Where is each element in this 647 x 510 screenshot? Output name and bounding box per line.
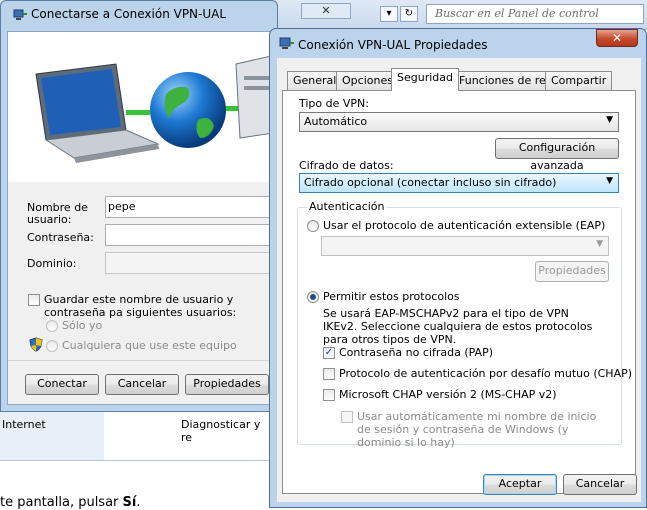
auto-logon-checkbox[interactable] bbox=[341, 411, 353, 423]
properties-button[interactable]: Propiedades bbox=[185, 374, 269, 395]
chap-label: Protocolo de autenticación por desafío m… bbox=[339, 367, 633, 380]
vpn-properties-dialog: Conexión VPN-UAL Propiedades ✕ General O… bbox=[269, 28, 647, 508]
connect-button[interactable]: Conectar bbox=[25, 374, 99, 395]
mschap-checkbox[interactable] bbox=[323, 389, 335, 401]
laptop-globe-illustration bbox=[35, 53, 282, 163]
divider bbox=[8, 360, 280, 361]
diagnose-link[interactable]: Diagnosticar y re bbox=[181, 418, 270, 444]
authentication-group-label: Autenticación bbox=[307, 200, 387, 213]
vpn-type-select[interactable]: Automático ▼ bbox=[299, 112, 619, 132]
ok-button[interactable]: Aceptar bbox=[483, 474, 557, 495]
auto-logon-label: Usar automáticamente mi nombre de inicio… bbox=[357, 410, 597, 449]
anyone-radio[interactable] bbox=[46, 340, 58, 352]
address-dropdown-button[interactable]: ▾ bbox=[380, 6, 398, 22]
allow-protocols-radio[interactable] bbox=[307, 291, 319, 303]
network-status-strip: Internet Diagnosticar y re bbox=[0, 410, 270, 460]
vpn-type-label: Tipo de VPN: bbox=[299, 97, 369, 110]
tab-sharing[interactable]: Compartir bbox=[545, 71, 613, 90]
vpn-type-value: Automático bbox=[304, 115, 368, 128]
only-me-radio[interactable] bbox=[46, 320, 58, 332]
control-panel-search-input[interactable]: Buscar en el Panel de control bbox=[426, 4, 644, 24]
password-input[interactable] bbox=[105, 224, 285, 246]
security-tab-panel: Tipo de VPN: Automático ▼ Configuración … bbox=[282, 90, 636, 494]
username-label: Nombre de usuario: bbox=[27, 201, 88, 226]
encryption-label: Cifrado de datos: bbox=[299, 159, 394, 172]
password-label: Contraseña: bbox=[27, 231, 94, 244]
eap-properties-button[interactable]: Propiedades bbox=[535, 261, 609, 282]
cancel-connect-button[interactable]: Cancelar bbox=[105, 374, 179, 395]
network-connection-icon bbox=[279, 37, 294, 49]
tab-security[interactable]: Seguridad bbox=[391, 68, 459, 91]
advanced-config-button[interactable]: Configuración avanzada bbox=[495, 138, 619, 172]
connect-dialog-body: Nombre de usuario: pepe Contraseña: Domi… bbox=[7, 31, 285, 405]
document-text-area: te pantalla, pulsar Sí. bbox=[0, 460, 270, 510]
vpn-banner bbox=[8, 32, 282, 182]
encryption-select[interactable]: Cifrado opcional (conectar incluso sin c… bbox=[299, 173, 619, 193]
allow-protocols-label: Permitir estos protocolos bbox=[323, 290, 460, 303]
encryption-value: Cifrado opcional (conectar incluso sin c… bbox=[304, 176, 557, 189]
chevron-down-icon: ▼ bbox=[596, 239, 603, 249]
pap-checkbox[interactable]: ✓ bbox=[323, 347, 335, 359]
pap-label: Contraseña no cifrada (PAP) bbox=[339, 346, 493, 359]
protocols-note: Se usará EAP-MSCHAPv2 para el tipo de VP… bbox=[323, 307, 593, 346]
eap-method-select[interactable]: ▼ bbox=[321, 236, 609, 256]
close-button[interactable]: ✕ bbox=[596, 29, 638, 47]
username-input[interactable]: pepe bbox=[105, 196, 285, 218]
mschap-label: Microsoft CHAP versión 2 (MS-CHAP v2) bbox=[339, 388, 557, 401]
uac-shield-icon bbox=[29, 337, 43, 352]
tab-general[interactable]: General bbox=[287, 71, 343, 90]
domain-label: Dominio: bbox=[27, 257, 77, 270]
network-connection-icon bbox=[13, 9, 27, 20]
save-credentials-checkbox[interactable] bbox=[28, 294, 40, 306]
anyone-label: Cualquiera que use este equipo bbox=[62, 339, 237, 352]
connect-vpn-dialog: Conectarse a Conexión VPN-UAL ✕ Nombre d… bbox=[0, 0, 351, 412]
properties-dialog-title: Conexión VPN-UAL Propiedades bbox=[298, 38, 488, 52]
properties-dialog-body: General Opciones Seguridad Funciones de … bbox=[277, 58, 641, 502]
only-me-label: Sólo yo bbox=[62, 319, 103, 332]
tab-options[interactable]: Opciones bbox=[336, 71, 399, 90]
chevron-down-icon: ▼ bbox=[606, 176, 613, 186]
save-credentials-label: Guardar este nombre de usuario y contras… bbox=[44, 293, 237, 319]
connect-dialog-close-button[interactable]: ✕ bbox=[301, 3, 351, 19]
tab-networking[interactable]: Funciones de red bbox=[453, 71, 559, 90]
domain-input[interactable] bbox=[105, 252, 285, 274]
chap-checkbox[interactable] bbox=[323, 368, 335, 380]
connect-dialog-title: Conectarse a Conexión VPN-UAL bbox=[31, 7, 227, 21]
cancel-button[interactable]: Cancelar bbox=[563, 474, 637, 495]
internet-label: Internet bbox=[2, 418, 46, 431]
chevron-down-icon: ▼ bbox=[606, 115, 613, 125]
eap-radio[interactable] bbox=[307, 220, 319, 232]
eap-label: Usar el protocolo de autenticación exten… bbox=[323, 219, 606, 232]
refresh-button[interactable]: ↻ bbox=[400, 6, 418, 22]
